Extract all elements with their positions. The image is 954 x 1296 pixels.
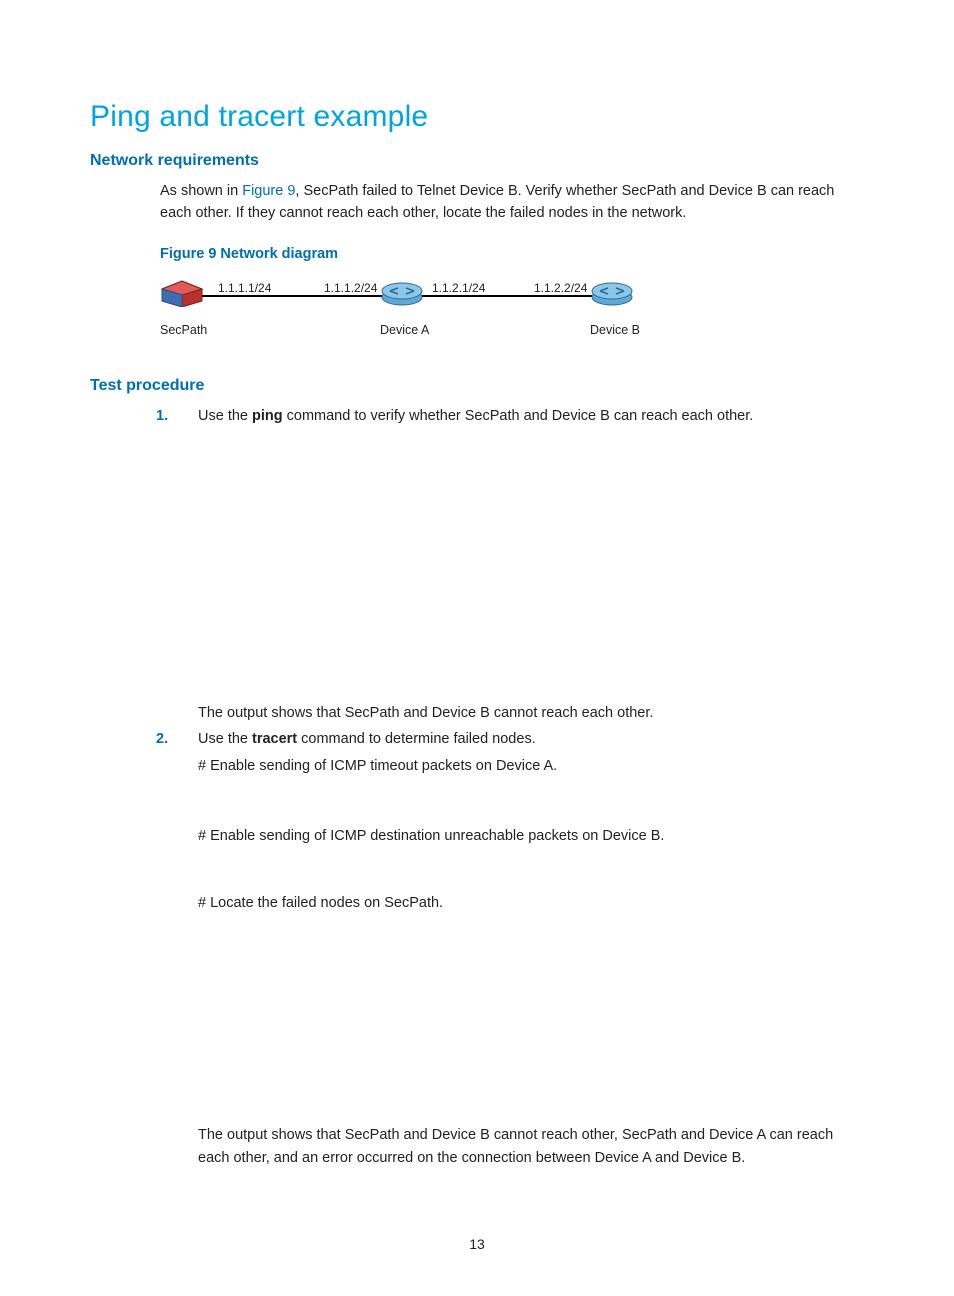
procedure-list: Use the ping command to verify whether S… — [150, 405, 864, 427]
step-text-pre: Use the — [198, 731, 252, 747]
node-device-a: Device A — [380, 279, 424, 340]
output-placeholder — [90, 432, 864, 702]
figure-caption: Figure 9 Network diagram — [160, 243, 864, 265]
page-title: Ping and tracert example — [90, 100, 864, 134]
node-label: Device A — [380, 321, 424, 340]
step-2-sub2: # Enable sending of ICMP destination unr… — [198, 825, 864, 847]
network-requirements-body: As shown in Figure 9, SecPath failed to … — [160, 180, 864, 351]
ip-label: 1.1.2.2/24 — [534, 279, 587, 298]
command-ping: ping — [252, 408, 283, 424]
output-placeholder — [90, 781, 864, 825]
intro-paragraph: As shown in Figure 9, SecPath failed to … — [160, 180, 864, 225]
node-label: SecPath — [160, 321, 204, 340]
page-number: 13 — [0, 1236, 954, 1252]
step-2-sub1: # Enable sending of ICMP timeout packets… — [198, 755, 864, 777]
network-diagram: SecPath Device A Device B — [160, 273, 680, 351]
step-2-sub3: # Locate the failed nodes on SecPath. — [198, 892, 864, 914]
firewall-icon — [160, 279, 204, 307]
heading-network-requirements: Network requirements — [90, 152, 864, 170]
step-1: Use the ping command to verify whether S… — [150, 405, 864, 427]
router-icon — [590, 279, 634, 307]
command-tracert: tracert — [252, 731, 297, 747]
node-device-b: Device B — [590, 279, 634, 340]
intro-text-pre: As shown in — [160, 183, 242, 199]
ip-label: 1.1.1.2/24 — [324, 279, 377, 298]
figure-9-link[interactable]: Figure 9 — [242, 183, 295, 199]
step-2: Use the tracert command to determine fai… — [150, 728, 864, 777]
node-secpath: SecPath — [160, 279, 204, 340]
step-text-post: command to verify whether SecPath and De… — [283, 408, 754, 424]
step-2-tail: The output shows that SecPath and Device… — [198, 1124, 864, 1169]
step-text-pre: Use the — [198, 408, 252, 424]
step-1-tail: The output shows that SecPath and Device… — [198, 702, 864, 724]
step-text-post: command to determine failed nodes. — [297, 731, 536, 747]
procedure-list-cont: Use the tracert command to determine fai… — [150, 728, 864, 777]
output-placeholder — [90, 914, 864, 1124]
router-icon — [380, 279, 424, 307]
node-label: Device B — [590, 321, 634, 340]
output-placeholder — [90, 848, 864, 892]
ip-label: 1.1.2.1/24 — [432, 279, 485, 298]
ip-label: 1.1.1.1/24 — [218, 279, 271, 298]
document-page: Ping and tracert example Network require… — [0, 0, 954, 1296]
heading-test-procedure: Test procedure — [90, 377, 864, 395]
